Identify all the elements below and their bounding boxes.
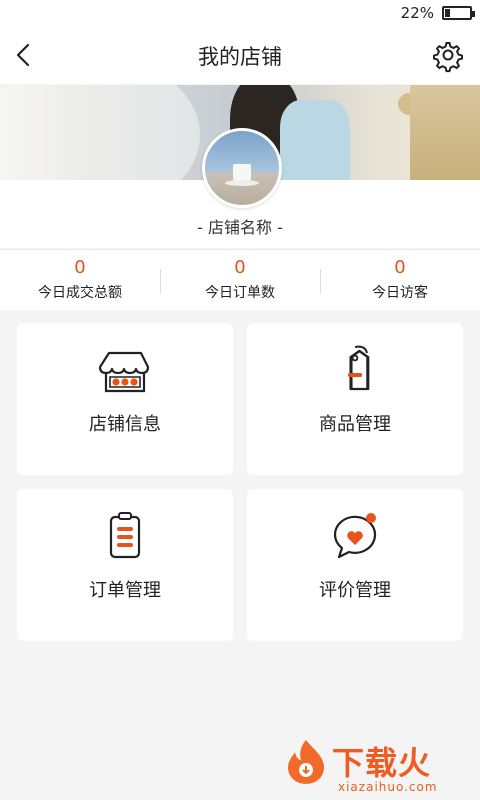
stat-label: 今日订单数: [205, 285, 275, 301]
gear-icon: [433, 42, 463, 73]
header: 我的店铺: [0, 26, 480, 84]
stats-bar: 0 今日成交总额 0 今日订单数 0 今日访客: [0, 249, 480, 310]
price-tag-icon: [348, 345, 370, 391]
store-icon: [99, 351, 150, 393]
store-info-card[interactable]: 店铺信息: [17, 323, 233, 475]
watermark-text: 下载火: [332, 744, 432, 782]
stat-label: 今日成交总额: [38, 285, 122, 301]
watermark-url: xiazaihuo.com: [338, 780, 438, 794]
stat-today-orders: 0 今日订单数: [160, 250, 320, 310]
shop-avatar[interactable]: [202, 128, 282, 208]
battery-level: [445, 9, 451, 17]
settings-button[interactable]: [430, 37, 466, 73]
card-label: 商品管理: [319, 414, 391, 435]
battery-percent: 22%: [400, 4, 434, 22]
stat-value: 0: [74, 257, 86, 278]
flame-icon: [288, 740, 324, 784]
card-label: 订单管理: [89, 580, 161, 601]
watermark-logo: 下载火 xiazaihuo.com: [282, 736, 476, 796]
page-title: 我的店铺: [198, 45, 282, 69]
stat-value: 0: [234, 257, 246, 278]
product-management-card[interactable]: 商品管理: [247, 323, 463, 475]
status-bar: 22%: [0, 0, 480, 26]
shop-name: - 店铺名称 -: [197, 218, 283, 237]
review-management-card[interactable]: 评价管理: [247, 489, 463, 641]
card-label: 店铺信息: [89, 414, 161, 435]
card-label: 评价管理: [319, 580, 391, 601]
stat-value: 0: [394, 257, 406, 278]
comment-heart-icon: [333, 513, 377, 559]
stat-today-visitors: 0 今日访客: [320, 250, 480, 310]
clipboard-icon: [109, 512, 141, 559]
stat-label: 今日访客: [372, 285, 428, 301]
battery-icon: [442, 6, 475, 20]
stat-today-sales: 0 今日成交总额: [0, 250, 160, 310]
order-management-card[interactable]: 订单管理: [17, 489, 233, 641]
